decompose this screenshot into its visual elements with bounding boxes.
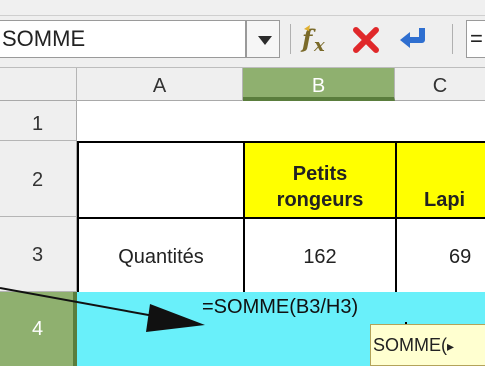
cancel-button[interactable]	[351, 22, 381, 56]
svg-text:x: x	[313, 35, 325, 55]
tooltip-text: SOMME(	[373, 335, 447, 355]
cell-b2-line2: rongeurs	[276, 189, 364, 211]
column-header-bar: A B C	[0, 68, 485, 101]
close-icon	[353, 27, 379, 53]
toolbar-separator	[452, 24, 453, 54]
toolbar-separator	[290, 24, 291, 54]
select-all-corner[interactable]	[0, 68, 77, 101]
play-icon: ▸	[447, 338, 455, 354]
cell-b2-line1: Petits	[292, 163, 348, 185]
formula-toolbar: SOMME f x =	[0, 16, 485, 68]
cell-formula-text: =SOMME(B3/H3)	[202, 296, 359, 318]
cell-c3[interactable]: 69	[395, 217, 485, 294]
function-wizard-icon: f x	[300, 24, 325, 56]
column-header-c[interactable]: C	[395, 68, 485, 101]
function-wizard-button[interactable]: f x	[300, 23, 340, 56]
row-1-cells[interactable]	[77, 101, 485, 141]
cell-c2[interactable]: Lapi	[395, 141, 485, 217]
accept-button[interactable]	[396, 24, 432, 54]
column-header-b[interactable]: B	[243, 68, 395, 101]
enter-icon	[400, 28, 425, 48]
name-box[interactable]: SOMME	[0, 20, 246, 58]
cell-b3[interactable]: 162	[243, 217, 395, 294]
name-box-dropdown-button[interactable]	[246, 20, 280, 58]
row-header-1[interactable]: 1	[0, 101, 77, 141]
column-header-a[interactable]: A	[77, 68, 243, 101]
row-header-2[interactable]: 2	[0, 141, 77, 217]
cell-b2[interactable]: Petits rongeurs	[243, 141, 395, 217]
function-tooltip: SOMME(▸	[370, 324, 485, 366]
annotation-arrow	[0, 287, 205, 332]
chevron-down-icon	[258, 36, 272, 45]
cell-a2[interactable]	[77, 141, 243, 217]
cell-c2-text: Lapi	[424, 189, 466, 211]
formula-input[interactable]: =	[466, 20, 485, 58]
cell-c3-value: 69	[449, 246, 472, 268]
top-strip	[0, 0, 485, 16]
